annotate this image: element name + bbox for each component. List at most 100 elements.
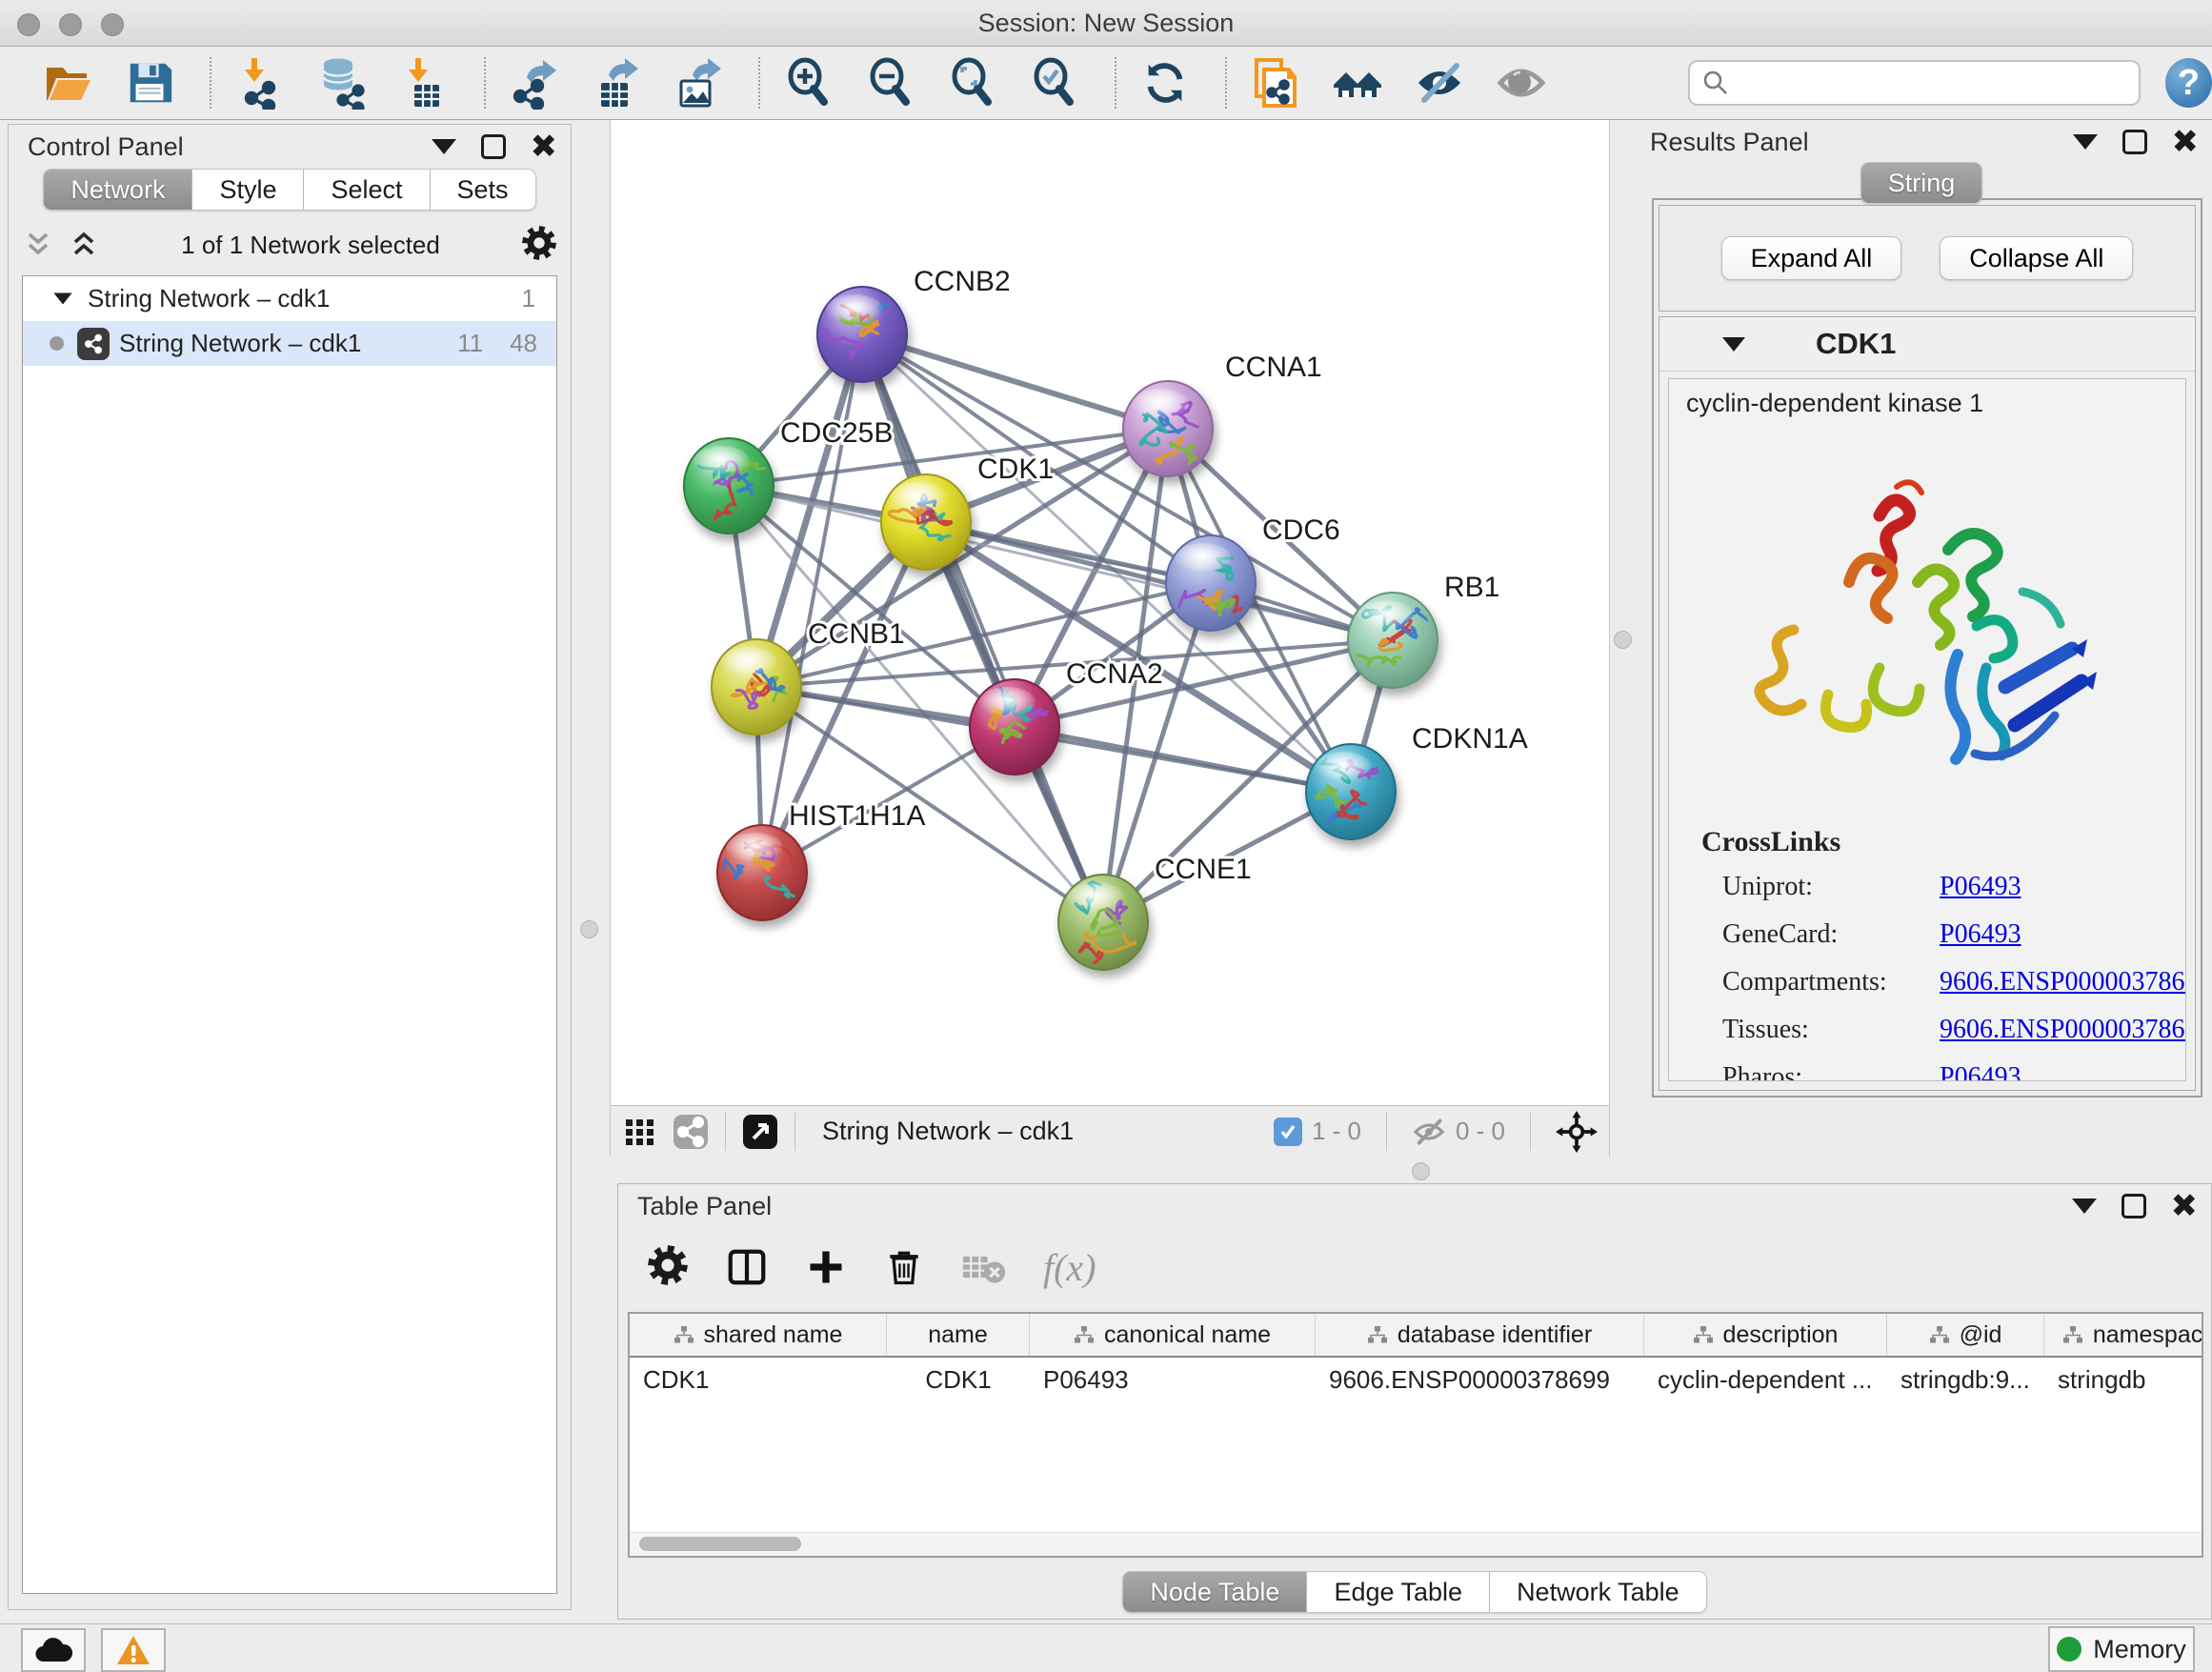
- tab-network-table[interactable]: Network Table: [1490, 1571, 1707, 1613]
- crosslink-link[interactable]: 9606.ENSP00000378699: [1940, 1015, 2186, 1045]
- table-options-gear-icon[interactable]: [647, 1244, 689, 1291]
- export-network-button[interactable]: [505, 53, 564, 112]
- panel-collapse-icon[interactable]: [2072, 1199, 2097, 1214]
- panel-collapse-icon[interactable]: [2073, 134, 2098, 150]
- grid-mode-icon[interactable]: [622, 1114, 658, 1150]
- memory-button[interactable]: Memory: [2048, 1626, 2195, 1672]
- network-node[interactable]: HIST1H1A: [715, 800, 925, 920]
- zoom-in-button[interactable]: [779, 53, 838, 112]
- column-header-description[interactable]: description: [1644, 1314, 1887, 1356]
- zoom-fit-button[interactable]: [943, 53, 1002, 112]
- crosslink-link[interactable]: P06493: [1940, 1062, 2021, 1081]
- tab-node-table[interactable]: Node Table: [1122, 1571, 1307, 1613]
- collapse-all-networks-icon[interactable]: [22, 229, 54, 261]
- panel-float-icon[interactable]: [2122, 130, 2147, 154]
- column-header--id[interactable]: @id: [1887, 1314, 2044, 1356]
- apply-layout-button[interactable]: [1136, 53, 1195, 112]
- panel-float-icon[interactable]: [2122, 1194, 2146, 1219]
- save-icon: [124, 57, 175, 109]
- network-mode-icon[interactable]: [672, 1113, 710, 1151]
- bottom-splitter-handle[interactable]: [1412, 1162, 1430, 1180]
- tab-edge-table[interactable]: Edge Table: [1307, 1571, 1490, 1613]
- table-toolbar: f(x): [647, 1234, 1096, 1300]
- crosslink-link[interactable]: P06493: [1940, 872, 2021, 902]
- panel-close-icon[interactable]: ✖: [2171, 1197, 2199, 1216]
- strip-separator: [1386, 1113, 1387, 1151]
- search-input[interactable]: [1738, 68, 2139, 99]
- network-row[interactable]: String Network – cdk1 11 48: [23, 321, 556, 366]
- column-header-database-identifier[interactable]: database identifier: [1316, 1314, 1644, 1356]
- network-node[interactable]: CDC6: [1166, 514, 1340, 631]
- node-label: RB1: [1444, 572, 1499, 603]
- crosslink-link[interactable]: 9606.ENSP00000378699: [1940, 967, 2186, 997]
- selected-nodes-checkbox-icon[interactable]: [1274, 1118, 1302, 1146]
- table-horizontal-scrollbar[interactable]: [630, 1532, 2202, 1556]
- import-network-button[interactable]: [231, 53, 290, 112]
- gene-disclosure-icon[interactable]: [1722, 337, 1745, 352]
- gene-section-header[interactable]: CDK1: [1659, 317, 2195, 372]
- expand-all-networks-icon[interactable]: [68, 229, 100, 261]
- toolbar-separator: [1115, 57, 1116, 109]
- crosslink-row: GeneCard:P06493: [1722, 919, 2185, 950]
- collection-disclosure-icon[interactable]: [53, 293, 71, 305]
- help-button[interactable]: ?: [2165, 58, 2212, 108]
- import-network-from-database-button[interactable]: [312, 53, 372, 112]
- network-node[interactable]: CCNE1: [1058, 854, 1252, 970]
- graphics-off-button[interactable]: [1410, 53, 1469, 112]
- open-session-button[interactable]: [38, 53, 97, 112]
- column-header-shared-name[interactable]: shared name: [630, 1314, 887, 1356]
- scrollbar-thumb[interactable]: [639, 1537, 801, 1551]
- string-home-button[interactable]: [1328, 53, 1387, 112]
- node-label: CCNB2: [914, 266, 1011, 297]
- cloud-status-button[interactable]: [21, 1628, 86, 1672]
- crosshair-icon[interactable]: [1556, 1111, 1598, 1153]
- right-splitter-handle[interactable]: [1614, 631, 1632, 649]
- gene-section: CDK1 cyclin-dependent kinase 1: [1659, 316, 2196, 1091]
- table-cell: 9606.ENSP00000378699: [1316, 1365, 1644, 1395]
- tab-network[interactable]: Network: [43, 169, 192, 211]
- collection-count: 1: [522, 284, 535, 313]
- add-column-icon[interactable]: [805, 1246, 847, 1288]
- tab-string[interactable]: String: [1860, 162, 1983, 204]
- panel-float-icon[interactable]: [481, 134, 506, 159]
- network-node[interactable]: RB1: [1348, 572, 1499, 688]
- save-session-button[interactable]: [120, 53, 179, 112]
- column-header-namespace[interactable]: namespace: [2044, 1314, 2203, 1356]
- network-options-gear-icon[interactable]: [521, 225, 557, 266]
- expand-all-button[interactable]: Expand All: [1721, 236, 1902, 280]
- left-splitter-handle[interactable]: [580, 920, 598, 938]
- import-table-button[interactable]: [394, 53, 453, 112]
- table-row[interactable]: CDK1CDK1P064939606.ENSP00000378699cyclin…: [630, 1358, 2202, 1401]
- protein-structure-image: [1737, 439, 2118, 801]
- zoom-out-button[interactable]: [861, 53, 920, 112]
- export-table-button[interactable]: [587, 53, 646, 112]
- network-view-toolbar: String Network – cdk1 1 - 0 0 - 0: [611, 1105, 1609, 1157]
- network-node[interactable]: CDKN1A: [1300, 723, 1528, 840]
- memory-label: Memory: [2093, 1635, 2186, 1664]
- show-columns-icon[interactable]: [725, 1245, 769, 1289]
- column-header-canonical-name[interactable]: canonical name: [1030, 1314, 1316, 1356]
- string-copy-network-button[interactable]: [1246, 53, 1305, 112]
- zoom-selected-button[interactable]: [1025, 53, 1084, 112]
- collapse-all-button[interactable]: Collapse All: [1940, 236, 2133, 280]
- hidden-elements-icon[interactable]: [1412, 1115, 1446, 1149]
- node-table: shared namenamecanonical namedatabase id…: [628, 1312, 2203, 1558]
- export-image-button[interactable]: [669, 53, 728, 112]
- crosslink-link[interactable]: P06493: [1940, 919, 2021, 950]
- tab-sets[interactable]: Sets: [431, 169, 536, 211]
- network-collection-row[interactable]: String Network – cdk1 1: [23, 276, 556, 321]
- graphics-on-button[interactable]: [1492, 53, 1551, 112]
- column-header-name[interactable]: name: [887, 1314, 1030, 1356]
- network-node[interactable]: CCNA1: [1123, 352, 1322, 476]
- panel-close-icon[interactable]: ✖: [531, 137, 558, 156]
- tab-style[interactable]: Style: [192, 169, 304, 211]
- crosslink-row: Tissues:9606.ENSP00000378699: [1722, 1015, 2185, 1045]
- panel-close-icon[interactable]: ✖: [2172, 132, 2200, 151]
- delete-column-icon[interactable]: [883, 1246, 925, 1288]
- panel-collapse-icon[interactable]: [432, 139, 456, 154]
- tab-select[interactable]: Select: [304, 169, 430, 211]
- network-canvas[interactable]: CCNB2CCNA1CDC25BCDK1CDC6RB1CCNB1CCNA2CDK…: [611, 120, 1609, 1105]
- table-tabs: Node Table Edge Table Network Table: [618, 1571, 2211, 1613]
- birdseye-view-icon[interactable]: [741, 1113, 779, 1151]
- warning-status-button[interactable]: [101, 1628, 166, 1672]
